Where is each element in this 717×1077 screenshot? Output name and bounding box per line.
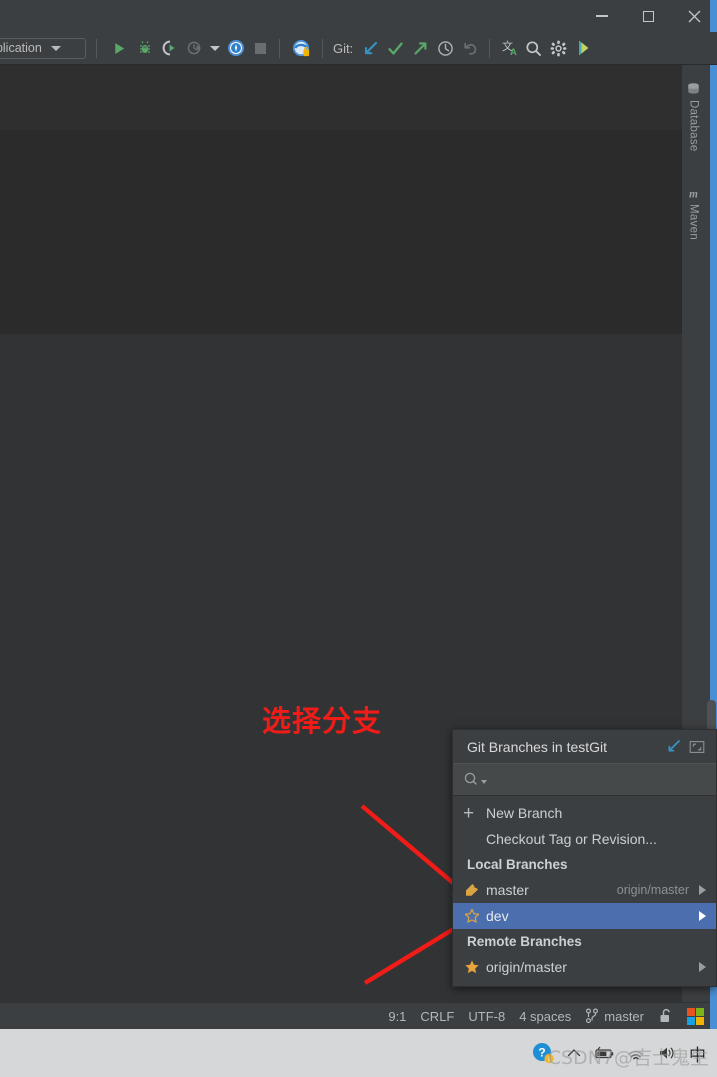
submenu-arrow-icon[interactable] [699, 911, 706, 921]
profile-icon[interactable] [182, 35, 207, 61]
window-controls [579, 0, 717, 32]
run-icon[interactable] [107, 35, 132, 61]
svg-text:m: m [689, 189, 698, 201]
toolbar-separator-2 [279, 38, 280, 58]
search-everywhere-icon[interactable] [521, 35, 546, 61]
run-configuration-selector[interactable]: pplication [0, 37, 86, 59]
tool-window-label-database: Database [687, 100, 700, 152]
title-bar-right-edge [710, 0, 717, 32]
branch-name-label: master [486, 882, 529, 898]
branch-tracking-label: origin/master [616, 883, 689, 897]
toolbar-separator-3 [322, 38, 323, 58]
menu-item-checkout-tag-or-revision[interactable]: Checkout Tag or Revision... [453, 826, 716, 852]
annotation-text: 选择分支 [262, 704, 383, 738]
tag-icon [464, 882, 486, 898]
branch-name-label: origin/master [486, 959, 567, 975]
status-os-widget[interactable] [687, 1007, 704, 1025]
status-branch-name: master [604, 1008, 644, 1024]
windows-logo-icon [687, 1007, 704, 1025]
status-indent[interactable]: 4 spaces [519, 1009, 571, 1024]
branch-name-label: dev [486, 908, 509, 924]
popup-search-field[interactable] [453, 764, 716, 796]
submenu-arrow-icon[interactable] [699, 962, 706, 972]
toolbar-separator-4 [489, 38, 491, 58]
watermark-text: CSDN7@吉士鬼生 [547, 1047, 709, 1069]
status-branch-widget[interactable]: master [585, 1008, 644, 1024]
section-header-label: Local Branches [467, 857, 568, 872]
menu-item-label: Checkout Tag or Revision... [486, 831, 657, 847]
status-encoding[interactable]: UTF-8 [468, 1009, 505, 1024]
git-history-icon[interactable] [433, 35, 458, 61]
git-rollback-icon[interactable] [458, 35, 483, 61]
attach-debugger-icon[interactable] [223, 35, 248, 61]
search-filter-caret-icon[interactable] [481, 780, 487, 784]
editor-top-strip [0, 64, 682, 130]
windows-taskbar: ? ! 中 CSDN7@吉士鬼生 [0, 1029, 717, 1077]
git-push-icon[interactable] [408, 35, 433, 61]
settings-gear-icon[interactable] [546, 35, 571, 61]
plugin-icon[interactable] [571, 35, 596, 61]
stop-icon[interactable] [248, 35, 273, 61]
toolbar-separator [96, 38, 97, 58]
status-bar: 9:1 CRLF UTF-8 4 spaces master [0, 1002, 710, 1029]
app-server-icon[interactable] [286, 35, 316, 61]
star-filled-icon [464, 959, 486, 975]
tool-window-tab-maven[interactable]: m Maven [682, 184, 705, 240]
git-update-project-icon[interactable] [358, 35, 383, 61]
branch-item-origin-master[interactable]: origin/master [453, 954, 716, 980]
branch-item-master[interactable]: master origin/master [453, 877, 716, 903]
menu-item-label: New Branch [486, 805, 563, 821]
star-outline-icon [464, 908, 486, 924]
popup-title-bar: Git Branches in testGit [453, 730, 716, 764]
status-line-separator[interactable]: CRLF [420, 1009, 454, 1024]
popup-restore-icon[interactable] [686, 737, 708, 757]
menu-item-new-branch[interactable]: + New Branch [453, 800, 716, 826]
section-header-label: Remote Branches [467, 934, 582, 949]
tool-window-tab-database[interactable]: Database [682, 80, 705, 152]
plus-icon: + [463, 802, 475, 824]
chevron-down-icon [50, 45, 61, 51]
git-branches-popup: Git Branches in testGit + New Branch Che… [452, 729, 717, 987]
status-caret-position[interactable]: 9:1 [388, 1009, 406, 1024]
ide-window: Database m Maven pplication [0, 0, 717, 1077]
popup-pin-icon[interactable] [662, 737, 684, 757]
search-input[interactable] [493, 771, 716, 788]
popup-item-list: + New Branch Checkout Tag or Revision...… [453, 796, 716, 986]
tool-window-label-maven: Maven [687, 204, 700, 241]
unlocked-icon [660, 1008, 670, 1022]
profile-dropdown-caret-icon[interactable] [207, 35, 223, 61]
status-bar-right-edge [710, 1002, 717, 1029]
maven-m-icon: m [686, 186, 701, 201]
submenu-arrow-icon[interactable] [699, 885, 706, 895]
branch-item-dev[interactable]: dev [453, 903, 716, 929]
title-bar [0, 0, 717, 32]
git-branch-icon [586, 1008, 599, 1024]
minimize-button[interactable] [579, 0, 625, 32]
database-icon [686, 82, 701, 97]
svg-text:A: A [510, 47, 517, 57]
git-toolbar-label: Git: [333, 40, 354, 56]
main-toolbar: pplication [0, 32, 717, 65]
section-header-local-branches: Local Branches [453, 852, 716, 877]
maximize-button[interactable] [625, 0, 671, 32]
run-with-coverage-icon[interactable] [157, 35, 182, 61]
translate-icon[interactable]: 文 A [496, 35, 521, 61]
debug-icon[interactable] [132, 35, 157, 61]
run-configuration-label: pplication [0, 41, 42, 55]
popup-title-text: Git Branches in testGit [467, 738, 608, 755]
section-header-remote-branches: Remote Branches [453, 929, 716, 954]
search-icon [464, 772, 477, 785]
git-commit-icon[interactable] [383, 35, 408, 61]
status-lock-widget[interactable] [658, 1008, 673, 1024]
